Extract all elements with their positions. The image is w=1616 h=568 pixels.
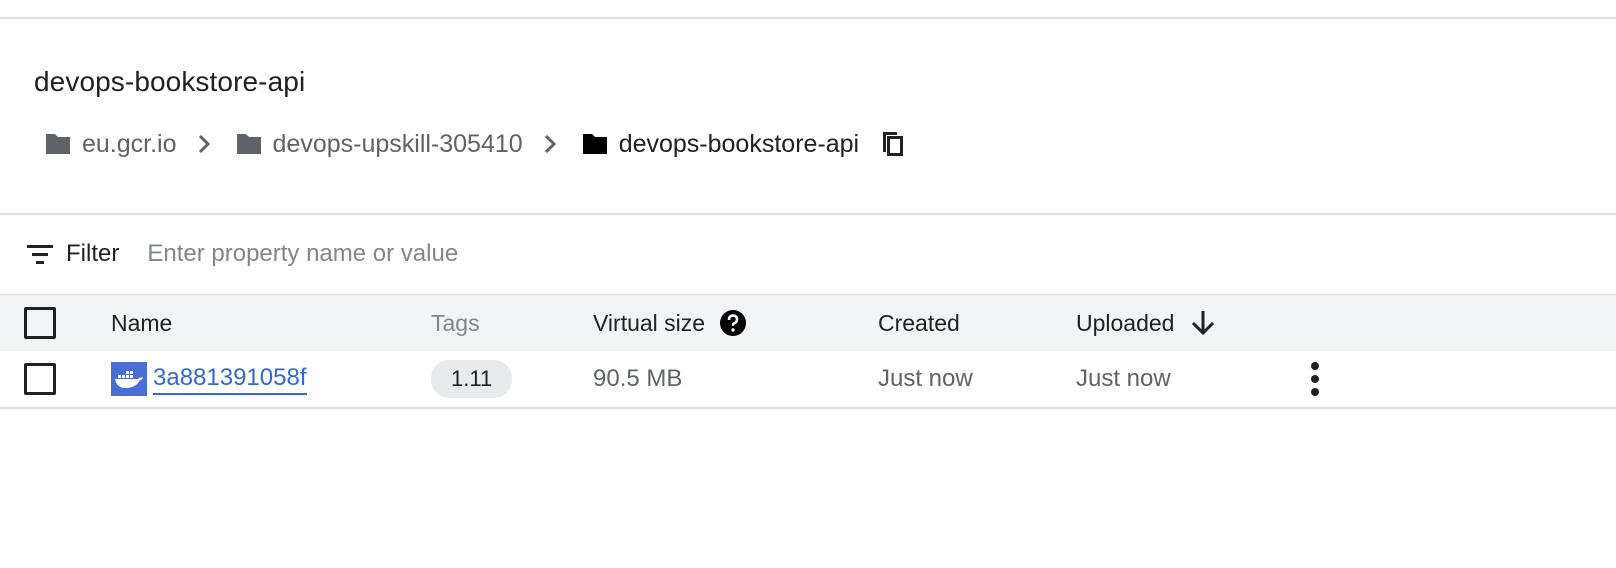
arrow-down-icon[interactable] bbox=[1190, 309, 1216, 337]
section-divider bbox=[0, 213, 1616, 215]
tag-chip: 1.11 bbox=[431, 360, 513, 398]
row-actions-cell bbox=[1308, 351, 1322, 407]
chevron-right-icon bbox=[198, 134, 210, 154]
created-value: Just now bbox=[878, 365, 973, 392]
page-title: devops-bookstore-api bbox=[34, 66, 306, 97]
breadcrumb-item-project[interactable]: devops-upskill-305410 bbox=[235, 130, 523, 159]
image-name-cell: 3a881391058f bbox=[111, 351, 307, 407]
filter-bar: Filter bbox=[26, 232, 750, 276]
breadcrumb: eu.gcr.io devops-upskill-305410 devops-b… bbox=[44, 124, 905, 164]
column-header-tags: Tags bbox=[431, 309, 480, 336]
breadcrumb-label: devops-bookstore-api bbox=[618, 129, 860, 158]
docker-icon bbox=[111, 362, 147, 396]
select-all-checkbox[interactable] bbox=[24, 307, 56, 339]
dot bbox=[1311, 375, 1319, 383]
select-all-cell bbox=[24, 295, 56, 351]
dot bbox=[1311, 362, 1319, 370]
column-header-label: Virtual size bbox=[593, 309, 706, 336]
table-header: Name Tags Virtual size Created Uploaded bbox=[0, 294, 1616, 352]
tags-cell: 1.11 bbox=[431, 351, 513, 407]
more-vert-icon[interactable] bbox=[1308, 362, 1322, 396]
table-row: 3a881391058f 1.11 90.5 MB Just now Just … bbox=[0, 351, 1616, 409]
copy-icon[interactable] bbox=[879, 130, 905, 158]
column-header-name[interactable]: Name bbox=[111, 295, 172, 351]
top-divider bbox=[0, 17, 1616, 19]
filter-label[interactable]: Filter bbox=[66, 240, 119, 268]
folder-icon bbox=[582, 134, 607, 154]
chevron-right-icon bbox=[544, 134, 556, 154]
help-icon[interactable] bbox=[719, 309, 747, 337]
filter-input[interactable] bbox=[145, 239, 750, 269]
image-digest-link[interactable]: 3a881391058f bbox=[153, 363, 307, 395]
folder-icon bbox=[46, 134, 70, 154]
row-checkbox[interactable] bbox=[24, 363, 56, 395]
breadcrumb-label: devops-upskill-305410 bbox=[272, 129, 523, 158]
column-header-label: Uploaded bbox=[1076, 309, 1175, 336]
breadcrumb-label: eu.gcr.io bbox=[82, 129, 177, 158]
column-header-created[interactable]: Created bbox=[878, 295, 960, 351]
row-select-cell bbox=[24, 351, 56, 407]
column-header-virtual-size[interactable]: Virtual size bbox=[593, 295, 747, 351]
breadcrumb-item-registry[interactable]: eu.gcr.io bbox=[44, 130, 177, 159]
column-header-uploaded[interactable]: Uploaded bbox=[1076, 295, 1216, 351]
dot bbox=[1311, 388, 1319, 396]
folder-icon bbox=[236, 134, 261, 154]
uploaded-value: Just now bbox=[1076, 365, 1171, 392]
breadcrumb-item-repository: devops-bookstore-api bbox=[581, 130, 859, 159]
virtual-size-value: 90.5 MB bbox=[593, 365, 683, 392]
filter-icon[interactable] bbox=[26, 242, 54, 266]
